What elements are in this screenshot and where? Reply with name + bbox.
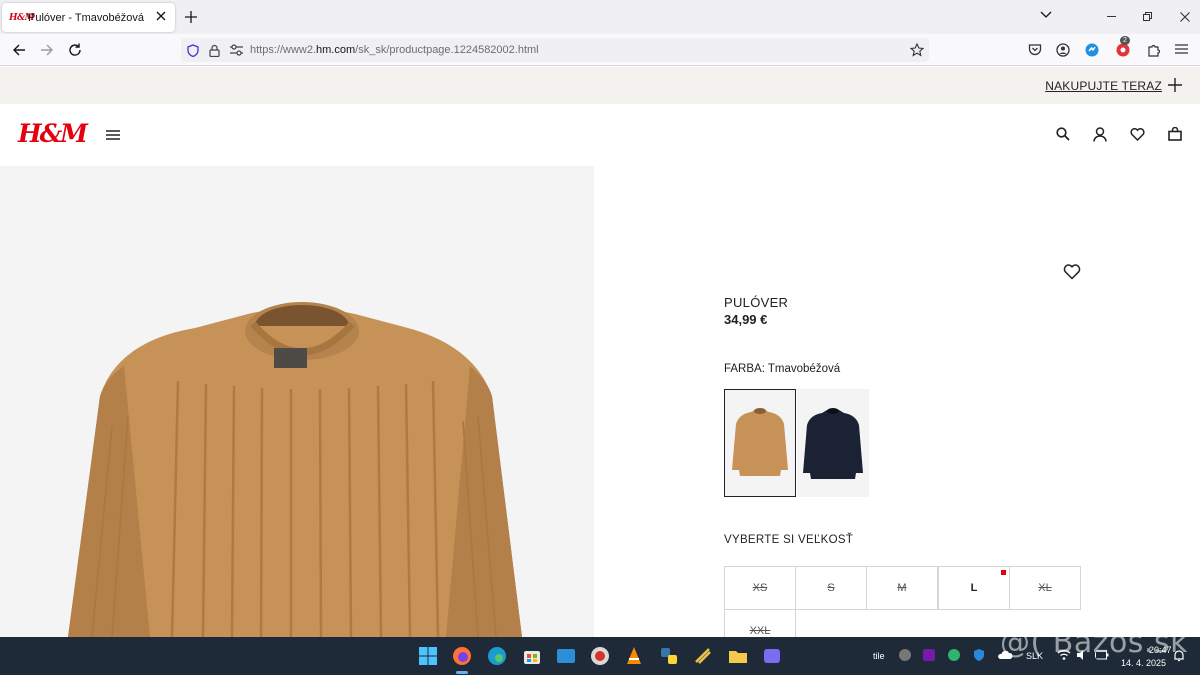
- browser-tab-strip: H&M Pulóver - Tmavobéžová: [0, 0, 1200, 34]
- bookmark-star-icon[interactable]: [910, 43, 924, 57]
- url-domain: hm.com: [316, 44, 356, 56]
- bazos-watermark: @( Bazos.sk: [1000, 625, 1188, 660]
- url-prefix: https://www2.: [250, 44, 317, 56]
- search-icon[interactable]: [1056, 127, 1070, 141]
- color-swatch-beige[interactable]: [724, 389, 796, 497]
- reload-icon[interactable]: [68, 43, 82, 57]
- app-blue-icon[interactable]: [556, 646, 576, 666]
- extensions-puzzle-icon[interactable]: [1147, 43, 1161, 57]
- windows-start-icon[interactable]: [418, 646, 438, 666]
- back-arrow-icon[interactable]: [12, 43, 26, 57]
- app-purple-icon[interactable]: [762, 646, 782, 666]
- sweater-thumbnail-beige: [732, 408, 788, 476]
- app-red-round-icon[interactable]: [590, 646, 610, 666]
- url-text[interactable]: https://www2.hm.com/sk_sk/productpage.12…: [250, 44, 539, 56]
- security-shield-icon[interactable]: [972, 648, 986, 662]
- size-option-label: L: [970, 582, 978, 594]
- tab-favicon: H&M: [9, 12, 35, 23]
- size-option-xl[interactable]: XL: [1009, 566, 1081, 610]
- python-icon[interactable]: [659, 646, 679, 666]
- color-swatch-navy[interactable]: [797, 389, 869, 497]
- browser-nav-bar: https://www2.hm.com/sk_sk/productpage.12…: [0, 34, 1200, 66]
- promo-bar: NAKUPUJTE TERAZ: [0, 67, 1200, 104]
- tray-tile-label[interactable]: tile: [873, 651, 885, 661]
- plus-icon[interactable]: [1168, 78, 1182, 92]
- address-bar[interactable]: https://www2.hm.com/sk_sk/productpage.12…: [181, 38, 929, 62]
- product-name: PULÓVER: [724, 295, 789, 310]
- file-explorer-icon[interactable]: [728, 646, 748, 666]
- edge-icon[interactable]: [487, 646, 507, 666]
- shop-now-link[interactable]: NAKUPUJTE TERAZ: [1045, 79, 1162, 93]
- extension-red-icon[interactable]: [1116, 43, 1131, 57]
- onenote-icon[interactable]: [922, 648, 936, 662]
- vlc-icon[interactable]: [624, 646, 644, 666]
- firefox-icon[interactable]: [452, 646, 472, 666]
- user-account-icon[interactable]: [1093, 127, 1107, 142]
- permissions-icon[interactable]: [230, 44, 243, 56]
- favorites-heart-icon[interactable]: [1130, 128, 1145, 141]
- minimize-icon[interactable]: [1107, 16, 1116, 17]
- pocket-icon[interactable]: [1028, 43, 1042, 57]
- shopping-bag-icon[interactable]: [1168, 127, 1182, 141]
- tray-app-icon[interactable]: [947, 648, 961, 662]
- shield-icon[interactable]: [187, 44, 199, 57]
- store-icon[interactable]: [522, 646, 542, 666]
- window-close-icon[interactable]: [1180, 12, 1190, 22]
- new-tab-icon[interactable]: [185, 11, 197, 23]
- close-icon[interactable]: [156, 11, 166, 21]
- sweater-thumbnail-navy: [803, 408, 863, 479]
- menu-icon[interactable]: [1175, 43, 1188, 55]
- hamburger-menu-icon[interactable]: [106, 130, 120, 140]
- extension-blue-icon[interactable]: [1085, 43, 1099, 57]
- account-icon[interactable]: [1056, 43, 1070, 57]
- tab-title: Pulóver - Tmavobéžová: [28, 11, 144, 24]
- extension-badge: 2: [1120, 36, 1130, 45]
- add-to-wishlist-heart-icon[interactable]: [1063, 264, 1081, 280]
- size-option-xs[interactable]: XS: [724, 566, 796, 610]
- lock-icon[interactable]: [209, 44, 220, 57]
- size-option-m[interactable]: M: [866, 566, 938, 610]
- product-image[interactable]: [0, 166, 594, 637]
- product-price: 34,99 €: [724, 312, 768, 327]
- browser-tab[interactable]: H&M Pulóver - Tmavobéžová: [2, 3, 175, 32]
- size-label: VYBERTE SI VEĽKOSŤ: [724, 534, 854, 546]
- size-option-s[interactable]: S: [795, 566, 867, 610]
- hm-logo[interactable]: H&M: [18, 119, 88, 148]
- active-app-indicator: [456, 671, 468, 674]
- sweater-illustration: [68, 302, 522, 637]
- url-path: /sk_sk/productpage.1224582002.html: [355, 44, 539, 56]
- color-label: FARBA: Tmavobéžová: [724, 363, 841, 375]
- low-stock-indicator: [1001, 570, 1006, 575]
- forward-arrow-icon[interactable]: [40, 43, 54, 57]
- app-dark-icon[interactable]: [693, 646, 713, 666]
- size-option-l[interactable]: L: [938, 566, 1010, 610]
- skype-icon[interactable]: [898, 648, 912, 662]
- chevron-down-icon[interactable]: [1040, 11, 1052, 19]
- restore-icon[interactable]: [1143, 12, 1152, 21]
